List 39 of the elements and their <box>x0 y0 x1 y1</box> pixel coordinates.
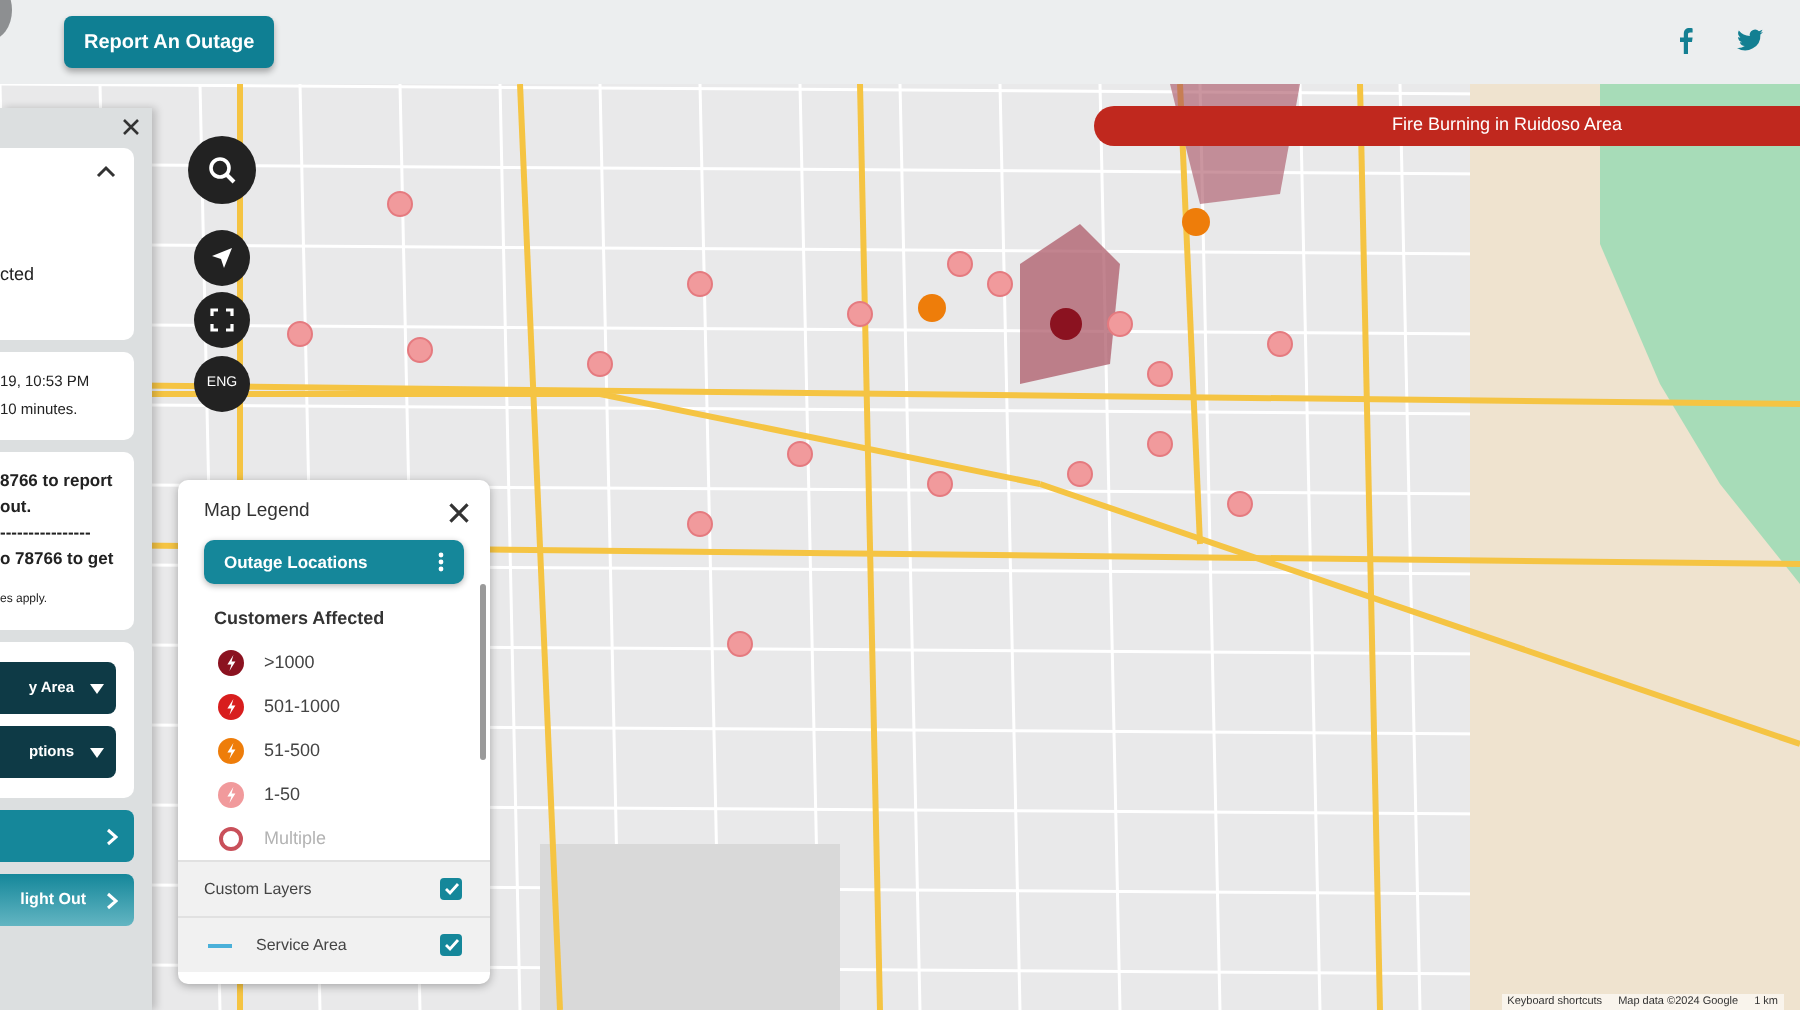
section-title: Customers Affected <box>212 606 387 632</box>
chevron-icon <box>106 827 118 845</box>
legend-label: >1000 <box>264 649 315 676</box>
layer-label: Service Area <box>256 933 347 957</box>
caret-icon <box>90 747 104 757</box>
sms-text: o 78766 to get <box>0 546 116 572</box>
alert-banner: Fire Burning in Ruidoso Area <box>1094 106 1800 146</box>
outage-marker[interactable] <box>918 294 946 322</box>
summary-text: cted <box>0 262 35 288</box>
more-icon <box>438 552 444 572</box>
sms-text: 8766 to report <box>0 468 115 494</box>
close-icon <box>448 501 470 523</box>
scrollbar[interactable] <box>480 584 486 760</box>
layer-label: Custom Layers <box>204 877 312 901</box>
caret-icon <box>90 683 104 693</box>
sms-text: ---------------- <box>0 520 93 546</box>
report-outage-button[interactable]: Report An Outage <box>64 16 275 68</box>
legend-title: Map Legend <box>204 497 310 526</box>
checkbox[interactable] <box>440 934 462 956</box>
legend-label: 51-500 <box>264 737 321 764</box>
chevron-icon <box>106 891 118 909</box>
sms-text: out. <box>0 494 34 520</box>
outage-marker[interactable] <box>1182 208 1210 236</box>
close-icon <box>122 118 140 137</box>
fullscreen-icon <box>210 308 234 332</box>
search-icon <box>208 156 236 184</box>
legend-label: Multiple <box>264 825 327 852</box>
navigation-arrow-icon <box>210 246 234 270</box>
summary-card[interactable]: cted <box>0 148 134 340</box>
layer-button[interactable]: Outage Locations <box>204 540 464 584</box>
caret-icon[interactable] <box>96 164 116 178</box>
service-line-icon <box>208 943 232 947</box>
legend-label: 1-50 <box>264 781 301 808</box>
bird-icon[interactable] <box>1736 26 1764 54</box>
legend-label: 501-1000 <box>264 693 341 720</box>
checkbox[interactable] <box>440 878 462 900</box>
close-button[interactable] <box>448 501 470 523</box>
fire-zone[interactable] <box>1020 224 1120 384</box>
outage-marker[interactable] <box>1050 308 1082 340</box>
